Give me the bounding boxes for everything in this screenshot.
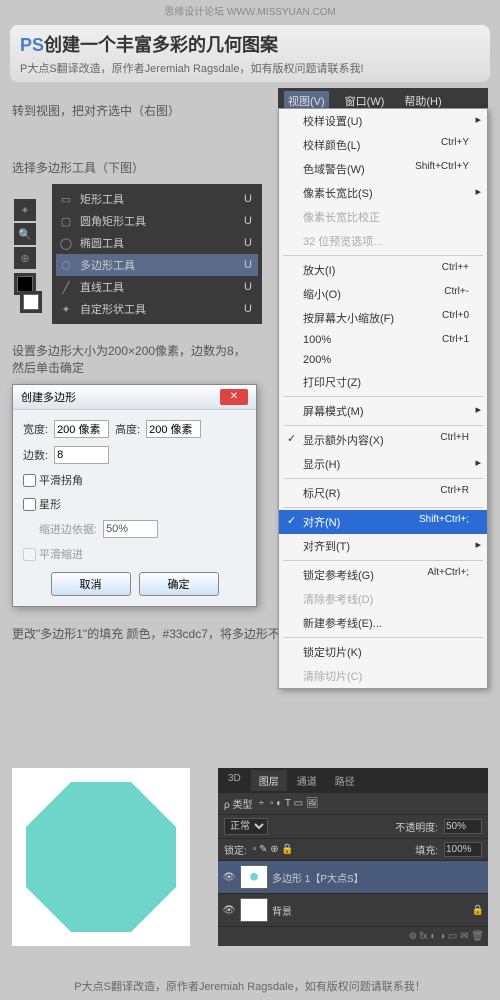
tool-自定形状工具[interactable]: ✦自定形状工具U [56, 298, 258, 320]
ok-button[interactable]: 确定 [139, 572, 219, 596]
width-input[interactable] [54, 420, 109, 438]
menu-item: 32 位预览选项... [279, 229, 487, 253]
cancel-button[interactable]: 取消 [51, 572, 131, 596]
sides-input[interactable] [54, 446, 109, 464]
indent-input [103, 520, 158, 538]
tab-3D[interactable]: 3D [220, 770, 249, 791]
filter-icons[interactable]: ▫ ◐ T ▭ 🖼 [270, 798, 319, 809]
menu-item[interactable]: 色域警告(W)Shift+Ctrl+Y [279, 157, 487, 181]
menu-item[interactable]: 显示(H)▸ [279, 452, 487, 476]
menu-item[interactable]: 打印尺寸(Z) [279, 370, 487, 394]
tab-图层[interactable]: 图层 [251, 770, 287, 791]
page-subtitle: P大点S翻译改造，原作者Jeremiah Ragsdale，如有版权问题请联系我… [20, 60, 480, 76]
menu-item[interactable]: 像素长宽比(S)▸ [279, 181, 487, 205]
canvas-preview [12, 768, 190, 946]
zoom-icon[interactable]: ⊕ [14, 247, 36, 269]
menu-item[interactable]: 200% [279, 350, 487, 370]
view-menu-dropdown: 校样设置(U)▸校样颜色(L)Ctrl+Y色域警告(W)Shift+Ctrl+Y… [278, 108, 488, 689]
star-checkbox[interactable]: 星形 [23, 496, 61, 512]
step3-text: 设置多边形大小为200×200像素，边数为8，然后单击确定 [12, 342, 252, 376]
fill-input[interactable] [444, 842, 482, 857]
menu-item: 清除参考线(D) [279, 587, 487, 611]
magnify-icon[interactable]: 🔍 [14, 223, 36, 245]
tool-矩形工具[interactable]: ▭矩形工具U [56, 188, 258, 210]
octagon-shape [26, 782, 176, 932]
footer-text: P大点S翻译改造，原作者Jeremiah Ragsdale，如有版权问题请联系我… [0, 978, 500, 994]
menu-item[interactable]: 按屏幕大小缩放(F)Ctrl+0 [279, 306, 487, 330]
menu-item[interactable]: 新建参考线(E)... [279, 611, 487, 635]
panel-tabs: 3D图层通道路径 [218, 768, 488, 793]
menu-item[interactable]: ✓对齐(N)Shift+Ctrl+; [279, 510, 487, 534]
filter-kind[interactable]: ρ 类型 [224, 796, 252, 811]
shape-tool-flyout: ▭矩形工具U▢圆角矩形工具U◯椭圆工具U⬡多边形工具U╱直线工具U✦自定形状工具… [52, 184, 262, 324]
tool-圆角矩形工具[interactable]: ▢圆角矩形工具U [56, 210, 258, 232]
layer-row[interactable]: 👁背景🔒 [218, 894, 488, 927]
opacity-input[interactable] [444, 819, 482, 834]
tool-椭圆工具[interactable]: ◯椭圆工具U [56, 232, 258, 254]
layer-row[interactable]: 👁⬢多边形 1【P大点S】 [218, 861, 488, 894]
shape-tool-icon[interactable]: ✦ [14, 199, 36, 221]
tool-多边形工具[interactable]: ⬡多边形工具U [56, 254, 258, 276]
height-input[interactable] [146, 420, 201, 438]
page-header: PS创建一个丰富多彩的几何图案 P大点S翻译改造，原作者Jeremiah Rag… [10, 25, 490, 82]
blend-mode-select[interactable]: 正常 [224, 818, 268, 835]
tool-直线工具[interactable]: ╱直线工具U [56, 276, 258, 298]
menu-item[interactable]: 锁定切片(K) [279, 640, 487, 664]
layers-footer[interactable]: ⊚ fx ◐ ◑ ▭ ✉ 🗑 [218, 927, 488, 946]
menu-item[interactable]: 标尺(R)Ctrl+R [279, 481, 487, 505]
watermark: 思缘设计论坛 WWW.MISSYUAN.COM [0, 0, 500, 21]
menu-item[interactable]: ✓显示额外内容(X)Ctrl+H [279, 428, 487, 452]
page-title: PS创建一个丰富多彩的几何图案 [20, 31, 480, 57]
menu-item[interactable]: 校样设置(U)▸ [279, 109, 487, 133]
lock-icons[interactable]: ▫ ✎ ⊕ 🔒 [253, 844, 294, 855]
dialog-titlebar: 创建多边形 ✕ [13, 385, 256, 410]
menu-item: 清除切片(C) [279, 664, 487, 688]
smooth-corners-checkbox[interactable]: 平滑拐角 [23, 472, 83, 488]
tab-路径[interactable]: 路径 [327, 770, 363, 791]
menu-item[interactable]: 缩小(O)Ctrl+- [279, 282, 487, 306]
smooth-indent-checkbox: 平滑缩进 [23, 546, 83, 562]
menu-item[interactable]: 校样颜色(L)Ctrl+Y [279, 133, 487, 157]
menu-item[interactable]: 100%Ctrl+1 [279, 330, 487, 350]
layers-panel: 3D图层通道路径 ρ 类型÷ ▫ ◐ T ▭ 🖼 正常 不透明度: 锁定:▫ ✎… [218, 768, 488, 946]
toolbar-side: ✦ 🔍 ⊕ [14, 199, 42, 313]
create-polygon-dialog: 创建多边形 ✕ 宽度: 高度: 边数: 平滑拐角 星形 缩进边依据: 平滑缩进 … [12, 384, 257, 607]
tab-通道[interactable]: 通道 [289, 770, 325, 791]
menu-item[interactable]: 锁定参考线(G)Alt+Ctrl+; [279, 563, 487, 587]
menu-item[interactable]: 放大(I)Ctrl++ [279, 258, 487, 282]
menu-item[interactable]: 对齐到(T)▸ [279, 534, 487, 558]
close-icon[interactable]: ✕ [220, 389, 248, 405]
menu-item[interactable]: 屏幕模式(M)▸ [279, 399, 487, 423]
menu-item: 像素长宽比校正 [279, 205, 487, 229]
